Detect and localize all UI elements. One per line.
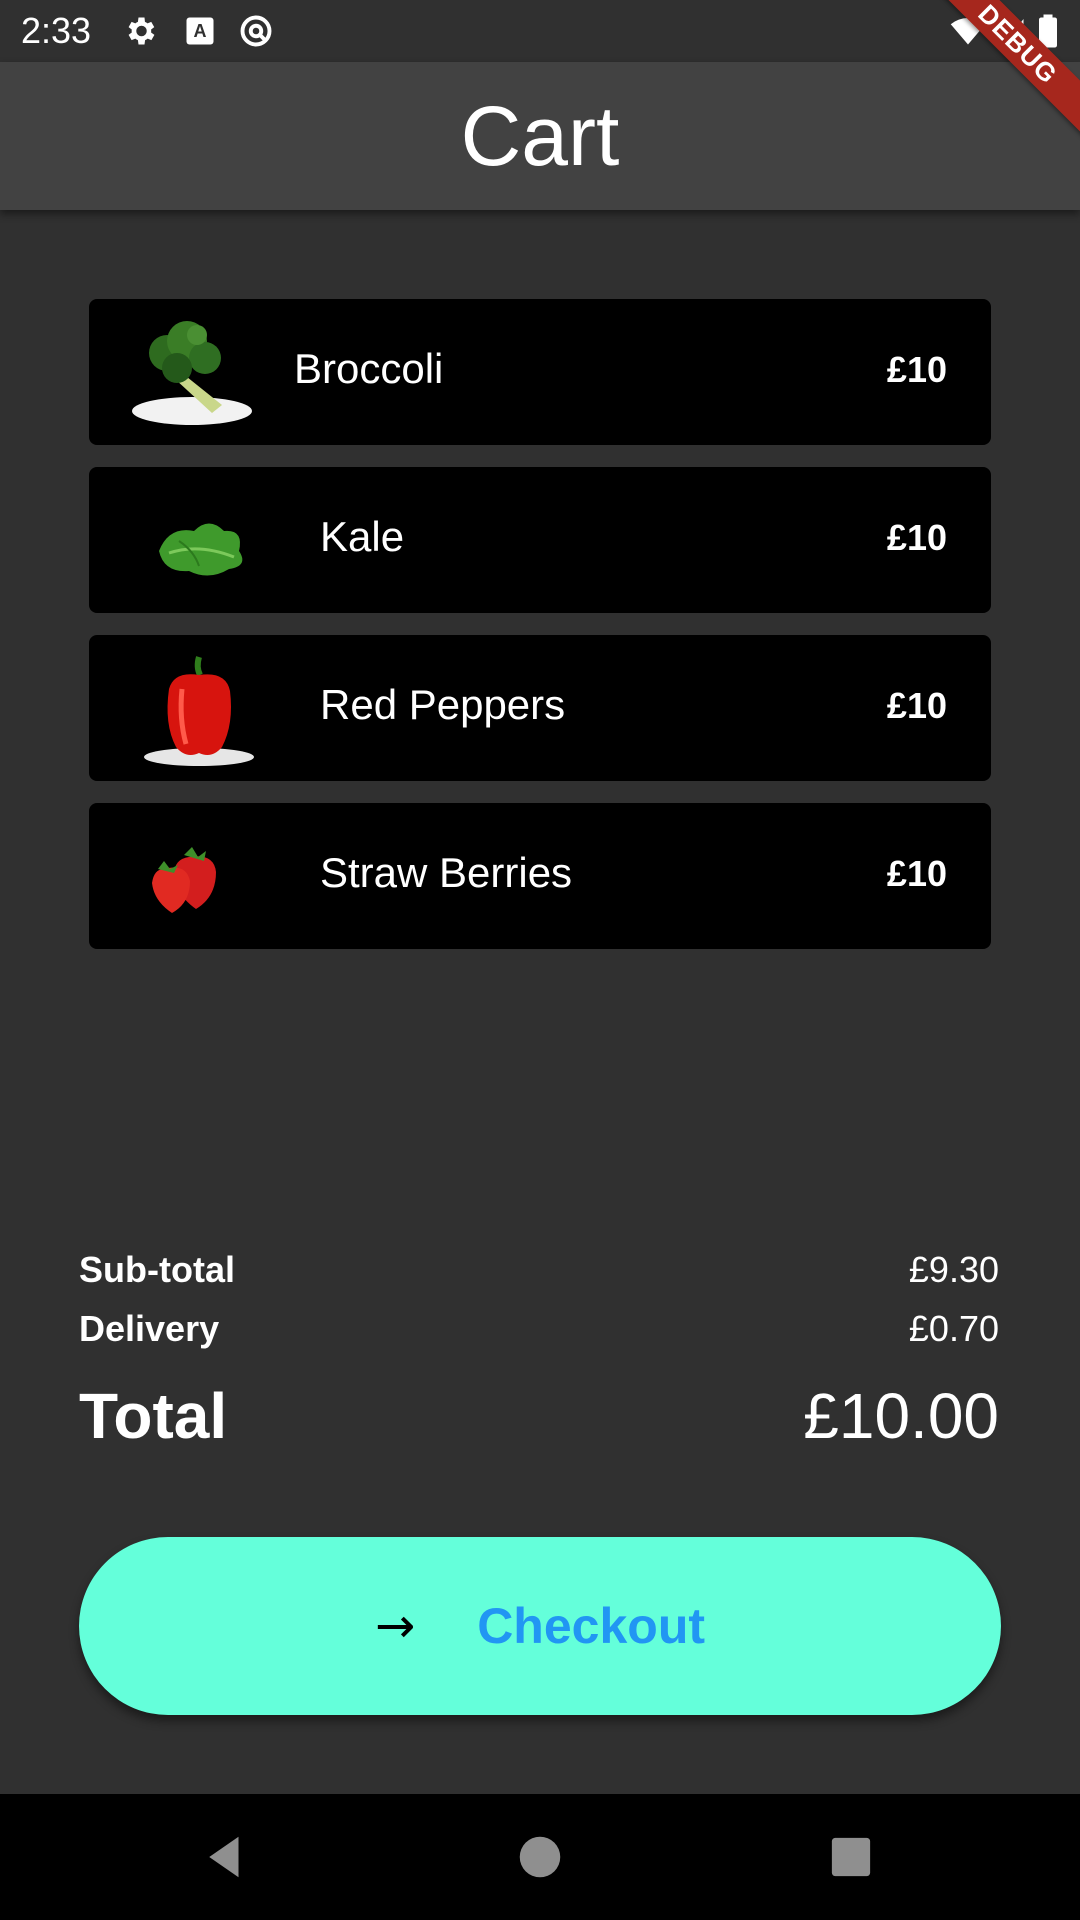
strawberry-image	[152, 847, 216, 913]
checkout-button[interactable]: → Checkout	[79, 1537, 1001, 1715]
subtotal-value: £9.30	[908, 1249, 999, 1290]
item-price: £10	[886, 853, 947, 894]
back-icon[interactable]	[198, 1830, 252, 1884]
delivery-label: Delivery	[79, 1308, 220, 1349]
item-name: Broccoli	[294, 345, 444, 392]
at-icon	[240, 15, 272, 47]
recents-icon[interactable]	[824, 1830, 878, 1884]
gear-icon	[128, 17, 155, 45]
status-bar: 2:33 A	[0, 0, 1080, 62]
home-icon[interactable]	[513, 1830, 567, 1884]
subtotal-label: Sub-total	[79, 1249, 235, 1290]
item-name: Kale	[320, 513, 405, 560]
red-pepper-image	[144, 656, 254, 766]
item-name: Straw Berries	[320, 849, 573, 896]
status-time: 2:33	[21, 10, 92, 51]
total-value: £10.00	[803, 1380, 999, 1452]
checkout-label: Checkout	[477, 1598, 706, 1654]
item-price: £10	[886, 349, 947, 390]
arrow-right-icon: →	[374, 1598, 416, 1654]
item-price: £10	[886, 685, 947, 726]
item-name: Red Peppers	[320, 681, 566, 728]
cart-item-straw-berries[interactable]: Straw Berries £10	[89, 803, 991, 949]
cart-item-kale[interactable]: Kale £10	[89, 467, 991, 613]
app-bar: Cart	[0, 62, 1080, 210]
delivery-value: £0.70	[908, 1308, 999, 1349]
a-icon: A	[186, 17, 214, 45]
delivery-row: Delivery £0.70	[79, 1308, 999, 1350]
broccoli-image	[132, 321, 252, 425]
navigation-bar	[0, 1794, 1080, 1920]
item-price: £10	[886, 517, 947, 558]
total-label: Total	[79, 1380, 228, 1452]
page-title: Cart	[460, 88, 620, 183]
total-row: Total £10.00	[79, 1379, 999, 1453]
cart-item-red-peppers[interactable]: Red Peppers £10	[89, 635, 991, 781]
kale-image	[159, 523, 243, 576]
svg-text:A: A	[194, 21, 207, 41]
cart-list: Broccoli £10 Kale £10 Red Peppers £10 St…	[89, 299, 991, 971]
cart-item-broccoli[interactable]: Broccoli £10	[89, 299, 991, 445]
subtotal-row: Sub-total £9.30	[79, 1249, 999, 1291]
